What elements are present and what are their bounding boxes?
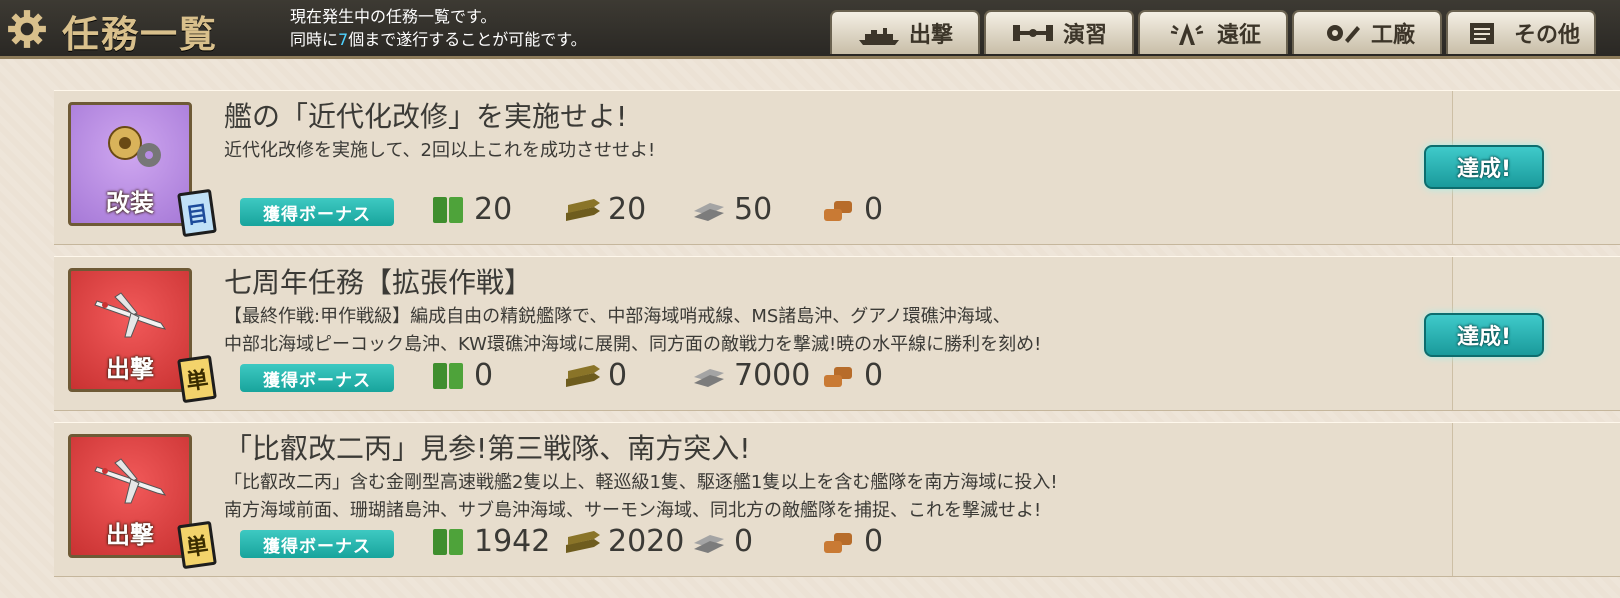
- steel-icon: [694, 535, 724, 553]
- fuel-amount: 0: [474, 357, 494, 393]
- quest-title: 七周年任務【拡張作戦】: [224, 266, 533, 299]
- bauxite-amount: 0: [864, 523, 884, 559]
- tab-sortie[interactable]: 出撃: [830, 10, 980, 54]
- frequency-badge-once: 単: [177, 520, 217, 570]
- quest-description: 「比叡改二丙」含む金剛型高速戦艦2隻以上、軽巡級1隻、駆逐艦1隻以上を含む艦隊を…: [224, 469, 1058, 525]
- tab-label: 演習: [1062, 22, 1107, 48]
- ammo-icon: [566, 199, 600, 221]
- reward-ammo: 0: [564, 355, 627, 395]
- tab-other[interactable]: その他: [1446, 10, 1596, 54]
- reward-steel: 7000: [690, 355, 810, 395]
- ammo-amount: 0: [608, 357, 628, 393]
- gear-icon: [8, 10, 46, 48]
- quest-title: 艦の「近代化改修」を実施せよ!: [224, 100, 628, 133]
- quest-description: 【最終作戦:甲作戦級】編成自由の精鋭艦隊で、中部海域哨戒線、MS諸島沖、グアノ環…: [224, 303, 1041, 359]
- bauxite-icon: [824, 367, 852, 387]
- tab-label: その他: [1513, 22, 1580, 48]
- category-label: 出撃: [106, 521, 154, 549]
- ammo-amount: 20: [608, 191, 647, 227]
- fuel-icon: [433, 197, 463, 223]
- bauxite-icon: [824, 533, 852, 553]
- category-label: 改装: [106, 189, 154, 217]
- page-title: 任務一覧: [62, 12, 218, 56]
- quest-status-panel: [1452, 423, 1620, 576]
- quest-desc-line: 「比叡改二丙」含む金剛型高速戦艦2隻以上、軽巡級1隻、駆逐艦1隻以上を含む艦隊を…: [224, 472, 1058, 493]
- achieved-button[interactable]: 達成!: [1424, 313, 1544, 357]
- fuel-amount: 1942: [474, 523, 551, 559]
- fuel-icon: [433, 529, 463, 555]
- steel-amount: 0: [734, 523, 754, 559]
- frequency-badge-once: 単: [177, 354, 217, 404]
- gears-icon: [108, 126, 161, 167]
- subtitle-line-2: 同時に7個まで遂行することが可能です。: [290, 28, 587, 51]
- reward-ammo: 20: [564, 189, 646, 229]
- radio-tower-icon: [1170, 23, 1204, 45]
- bonus-label: 獲得ボーナス: [240, 530, 394, 558]
- reward-steel: 50: [690, 189, 772, 229]
- quest-desc-line: 【最終作戦:甲作戦級】編成自由の精鋭艦隊で、中部海域哨戒線、MS諸島沖、グアノ環…: [224, 306, 1011, 327]
- reward-fuel: 0: [430, 355, 493, 395]
- steel-icon: [694, 203, 724, 221]
- bonus-label: 獲得ボーナス: [240, 364, 394, 392]
- tab-label: 工廠: [1370, 22, 1415, 48]
- quest-row[interactable]: 改装 目 艦の「近代化改修」を実施せよ! 近代化改修を実施して、2回以上これを成…: [54, 90, 1620, 245]
- quest-description: 近代化改修を実施して、2回以上これを成功させせよ!: [224, 137, 655, 165]
- category-label: 出撃: [106, 355, 154, 383]
- reward-ammo: 2020: [564, 521, 684, 561]
- reward-bauxite: 0: [820, 189, 883, 229]
- tab-expedition[interactable]: 遠征: [1138, 10, 1288, 54]
- header-subtitle: 現在発生中の任務一覧です。 同時に7個まで遂行することが可能です。: [290, 5, 587, 51]
- category-badge-sortie: 出撃: [68, 434, 192, 558]
- reward-bauxite: 0: [820, 355, 883, 395]
- quest-row[interactable]: 出撃 単 七周年任務【拡張作戦】 【最終作戦:甲作戦級】編成自由の精鋭艦隊で、中…: [54, 256, 1620, 411]
- plane-icon: [94, 292, 167, 338]
- fuel-icon: [433, 363, 463, 389]
- quest-desc-line: 中部北海域ピーコック島沖、KW環礁沖海域に展開、同方面の敵戦力を撃滅!暁の水平線…: [224, 334, 1042, 355]
- category-badge-sortie: 出撃: [68, 268, 192, 392]
- max-quest-count: 7: [338, 30, 349, 49]
- tab-label: 出撃: [908, 22, 953, 48]
- subtitle-prefix: 同時に: [290, 30, 339, 49]
- quest-title: 「比叡改二丙」見参!第三戦隊、南方突入!: [224, 432, 751, 465]
- steel-amount: 7000: [734, 357, 811, 393]
- quest-desc-line: 近代化改修を実施して、2回以上これを成功させせよ!: [224, 140, 656, 161]
- ammo-icon: [566, 531, 600, 553]
- tab-exercise[interactable]: 演習: [984, 10, 1134, 54]
- reward-fuel: 1942: [430, 521, 550, 561]
- subtitle-suffix: 個まで遂行することが可能です。: [348, 30, 587, 49]
- steel-amount: 50: [734, 191, 773, 227]
- reward-steel: 0: [690, 521, 753, 561]
- plane-icon: [94, 458, 167, 504]
- quest-row[interactable]: 出撃 単 「比叡改二丙」見参!第三戦隊、南方突入! 「比叡改二丙」含む金剛型高速…: [54, 422, 1620, 577]
- fuel-amount: 20: [474, 191, 513, 227]
- tab-label: 遠征: [1216, 22, 1261, 48]
- tab-arsenal[interactable]: 工廠: [1292, 10, 1442, 54]
- bauxite-amount: 0: [864, 357, 884, 393]
- notebook-icon: [1469, 23, 1494, 44]
- bauxite-icon: [824, 201, 852, 221]
- bonus-label: 獲得ボーナス: [240, 198, 394, 226]
- battleship-silhouette-icon: [858, 28, 899, 45]
- reward-fuel: 20: [430, 189, 512, 229]
- dumbbell-icon: [1012, 25, 1053, 41]
- bauxite-amount: 0: [864, 191, 884, 227]
- ammo-icon: [566, 365, 600, 387]
- subtitle-line-1: 現在発生中の任務一覧です。: [290, 7, 497, 26]
- reward-bauxite: 0: [820, 521, 883, 561]
- ammo-amount: 2020: [608, 523, 685, 559]
- category-badge-modernize: 改装: [68, 102, 192, 226]
- wrench-gear-icon: [1326, 25, 1360, 43]
- steel-icon: [694, 369, 724, 387]
- category-tabs: 出撃 演習 遠征 工廠 その他: [830, 10, 1596, 56]
- header-bar: 任務一覧 現在発生中の任務一覧です。 同時に7個まで遂行することが可能です。 出…: [0, 0, 1620, 59]
- achieved-button[interactable]: 達成!: [1424, 145, 1544, 189]
- frequency-badge-daily: 目: [177, 188, 217, 238]
